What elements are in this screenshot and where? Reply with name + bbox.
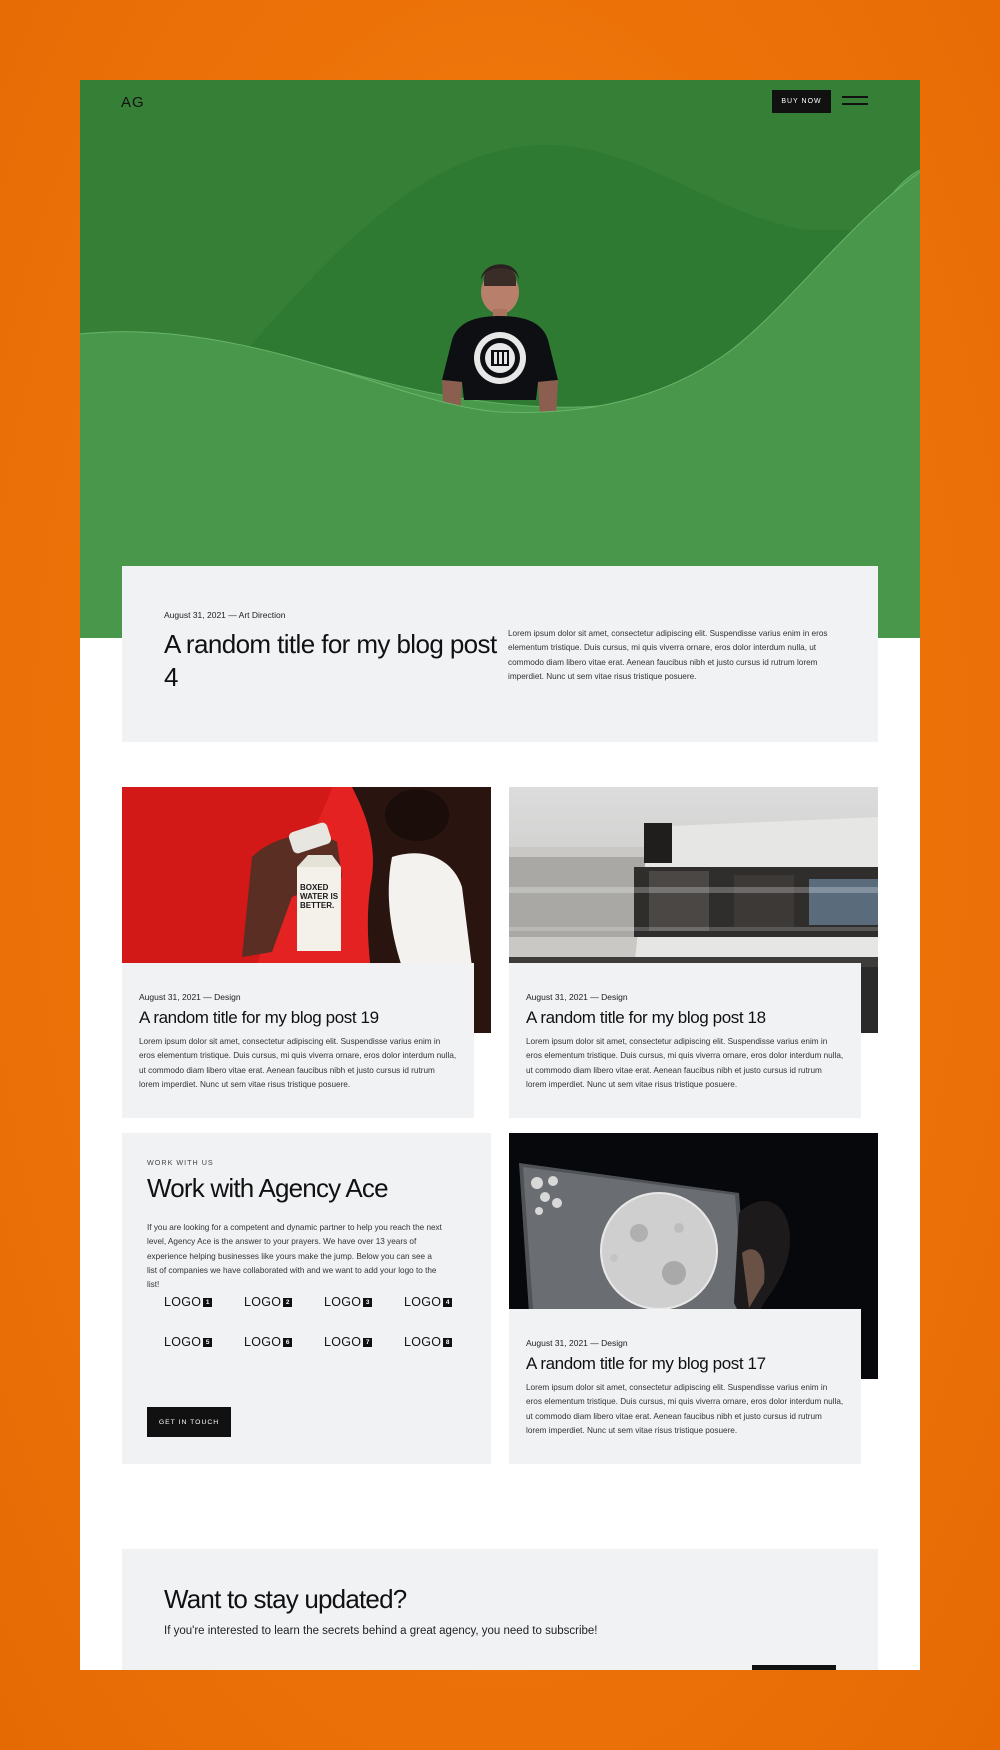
- post-card-18[interactable]: August 31, 2021 — Design A random title …: [509, 963, 861, 1118]
- carton-text: BOXED WATER IS BETTER.: [300, 883, 339, 910]
- client-logo: LOGO 2: [244, 1295, 293, 1309]
- post-meta: August 31, 2021 — Design: [526, 992, 628, 1002]
- get-in-touch-button[interactable]: GET IN TOUCH: [147, 1407, 231, 1437]
- client-logo: LOGO 1: [164, 1295, 213, 1309]
- post-excerpt: Lorem ipsum dolor sit amet, consectetur …: [526, 1383, 844, 1435]
- post-meta: August 31, 2021 — Art Direction: [164, 610, 286, 620]
- post-excerpt: Lorem ipsum dolor sit amet, consectetur …: [526, 1037, 844, 1089]
- post-excerpt: Lorem ipsum dolor sit amet, consectetur …: [139, 1037, 457, 1089]
- work-with-us-card: WORK WITH US Work with Agency Ace If you…: [122, 1133, 491, 1464]
- newsletter-section: Want to stay updated? If you're interest…: [122, 1549, 878, 1670]
- client-logo: LOGO 7: [324, 1335, 373, 1349]
- client-logo: LOGO 6: [244, 1335, 293, 1349]
- section-body: If you are looking for a competent and d…: [147, 1223, 442, 1290]
- post-title[interactable]: A random title for my blog post 18: [526, 1008, 766, 1028]
- client-logo: LOGO 8: [404, 1335, 453, 1349]
- featured-post-card[interactable]: August 31, 2021 — Art Direction A random…: [122, 566, 878, 742]
- client-logo: LOGO 3: [324, 1295, 373, 1309]
- post-title[interactable]: A random title for my blog post 19: [139, 1008, 379, 1028]
- hero-front-wave: [80, 171, 920, 638]
- post-meta: August 31, 2021 — Design: [526, 1338, 628, 1348]
- newsletter-subtitle: If you're interested to learn the secret…: [164, 1625, 598, 1637]
- post-meta: August 31, 2021 — Design: [139, 992, 241, 1002]
- section-title: Work with Agency Ace: [147, 1173, 389, 1203]
- post-card-17[interactable]: August 31, 2021 — Design A random title …: [509, 1309, 861, 1464]
- hero-banner: AG BUY NOW: [80, 80, 920, 638]
- post-card-19[interactable]: August 31, 2021 — Design A random title …: [122, 963, 474, 1118]
- post-title[interactable]: A random title for my blog post 17: [526, 1354, 766, 1374]
- site-logo[interactable]: AG: [121, 94, 145, 111]
- hamburger-menu-icon[interactable]: [842, 96, 868, 106]
- page-frame: AG BUY NOW August 31, 2021 — Art Directi…: [80, 80, 920, 1670]
- client-logo: LOGO 4: [404, 1295, 453, 1309]
- subscribe-button[interactable]: [752, 1665, 836, 1670]
- client-logo: LOGO 5: [164, 1335, 213, 1349]
- post-title[interactable]: A random title for my blog post 4: [164, 628, 504, 694]
- newsletter-title: Want to stay updated?: [164, 1584, 407, 1614]
- buy-now-button[interactable]: BUY NOW: [772, 90, 831, 113]
- eyebrow-label: WORK WITH US: [147, 1158, 214, 1167]
- post-excerpt: Lorem ipsum dolor sit amet, consectetur …: [508, 629, 828, 681]
